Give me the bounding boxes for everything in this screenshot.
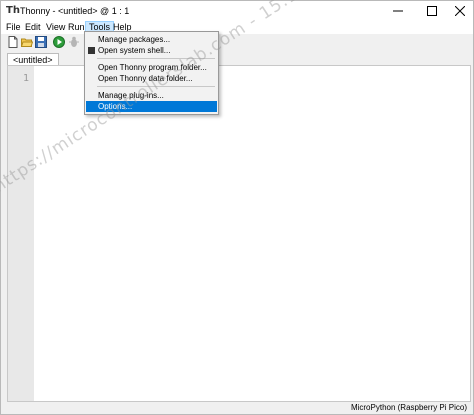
minimize-icon xyxy=(393,10,403,12)
new-file-icon xyxy=(8,36,18,48)
menu-item-options[interactable]: Options... xyxy=(86,101,217,112)
status-bar: MicroPython (Raspberry Pi Pico) xyxy=(1,402,473,414)
toolbar xyxy=(1,34,473,50)
maximize-button[interactable] xyxy=(417,1,447,21)
terminal-icon xyxy=(88,47,95,54)
menu-edit[interactable]: Edit xyxy=(22,21,44,34)
debug-icon xyxy=(69,36,79,47)
new-file-button[interactable] xyxy=(7,36,19,48)
thonny-logo-icon: Th xyxy=(6,5,20,16)
open-folder-icon xyxy=(20,38,34,47)
open-file-button[interactable] xyxy=(20,36,34,48)
menu-item-manage-packages[interactable]: Manage packages... xyxy=(86,34,217,45)
menu-item-open-data-folder[interactable]: Open Thonny data folder... xyxy=(86,73,217,84)
code-editor[interactable]: 1 xyxy=(7,65,471,402)
interpreter-selector[interactable]: MicroPython (Raspberry Pi Pico) xyxy=(351,403,467,413)
menu-separator xyxy=(97,58,215,59)
menu-item-manage-plugins[interactable]: Manage plug-ins... xyxy=(86,90,217,101)
menu-item-open-system-shell[interactable]: Open system shell... xyxy=(86,45,217,56)
menu-item-open-program-folder[interactable]: Open Thonny program folder... xyxy=(86,62,217,73)
save-button[interactable] xyxy=(35,36,47,48)
editor-tab-strip: <untitled> xyxy=(1,51,473,66)
save-icon xyxy=(35,36,47,48)
line-number: 1 xyxy=(22,73,29,84)
run-icon xyxy=(53,36,65,48)
close-icon xyxy=(455,6,465,16)
line-number-gutter: 1 xyxy=(8,66,34,401)
minimize-button[interactable] xyxy=(383,1,413,21)
menu-separator xyxy=(97,86,215,87)
run-button[interactable] xyxy=(53,36,65,48)
title-bar[interactable]: Th Thonny - <untitled> @ 1 : 1 xyxy=(1,1,473,21)
menu-bar: File Edit View Run Tools Help xyxy=(1,21,473,34)
debug-button[interactable] xyxy=(68,36,80,48)
tools-menu: Manage packages... Open system shell... … xyxy=(84,31,219,115)
app-window: Th Thonny - <untitled> @ 1 : 1 File Edit… xyxy=(0,0,474,415)
close-button[interactable] xyxy=(445,1,474,21)
window-title: Thonny - <untitled> @ 1 : 1 xyxy=(20,6,130,16)
maximize-icon xyxy=(427,6,437,16)
menu-file[interactable]: File xyxy=(3,21,24,34)
